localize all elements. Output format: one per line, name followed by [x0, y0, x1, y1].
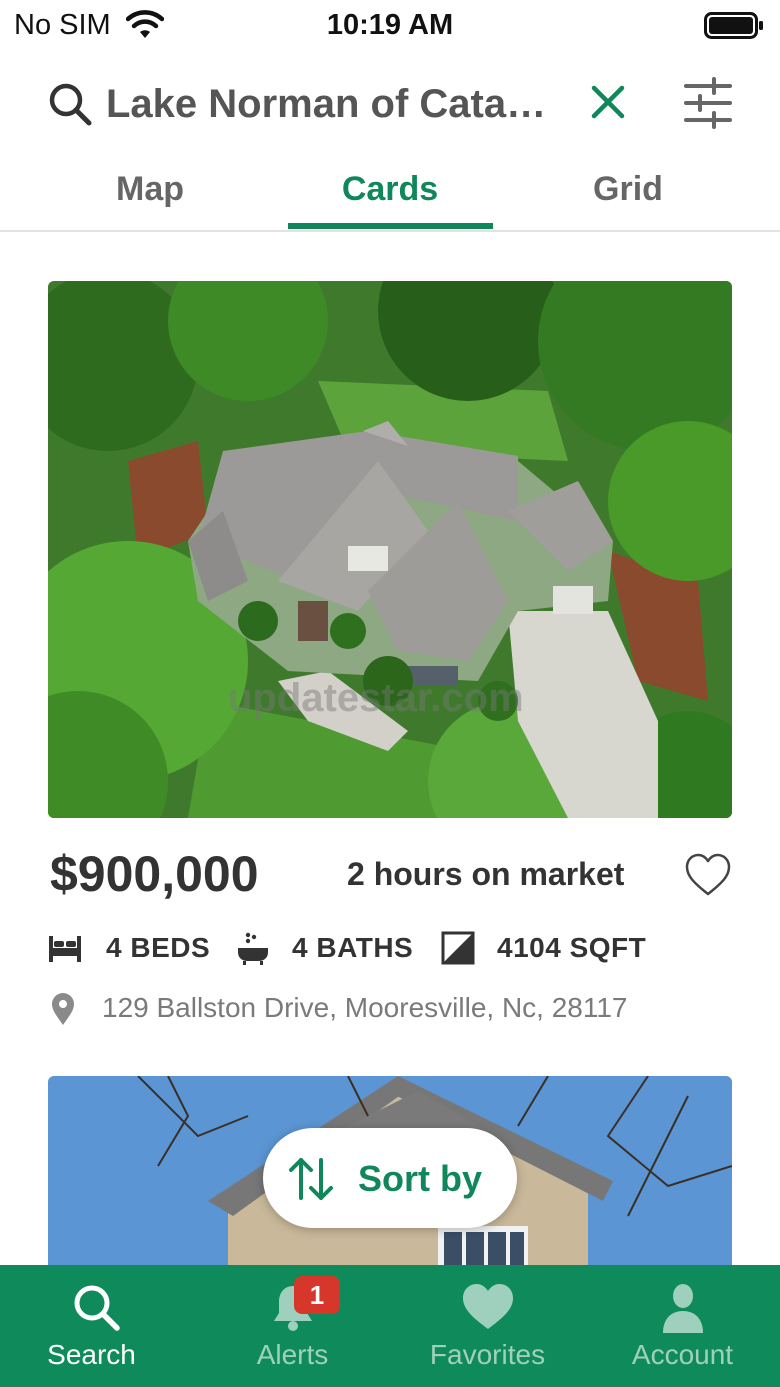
bottom-tab-bar: Search 1 Alerts Favorites Account — [0, 1265, 780, 1387]
listing-price: $900,000 — [50, 846, 259, 902]
search-bar[interactable]: Lake Norman of Catawba — [0, 62, 780, 150]
photo-watermark: updatestar.com — [228, 676, 524, 720]
close-icon[interactable] — [588, 82, 628, 122]
nav-account-label: Account — [631, 1339, 734, 1370]
active-tab-indicator — [288, 223, 493, 229]
nav-account[interactable]: Account — [585, 1265, 780, 1387]
sqft-value: 4104 SQFT — [497, 932, 647, 963]
search-input[interactable]: Lake Norman of Catawba — [106, 80, 576, 128]
person-icon — [663, 1284, 703, 1333]
search-icon — [74, 1285, 120, 1331]
search-icon — [49, 83, 92, 126]
bed-icon — [49, 936, 81, 962]
clock: 10:19 AM — [326, 9, 454, 41]
nav-search-label: Search — [47, 1339, 136, 1370]
favorite-heart-icon[interactable] — [684, 852, 732, 898]
battery-icon — [704, 12, 763, 39]
time-on-market: 2 hours on market — [347, 856, 625, 892]
status-bar: No SIM 10:19 AM — [0, 0, 780, 52]
listing-specs: 4 BEDS 4 BATHS 4104 SQFT — [48, 930, 738, 970]
house-aerial-image — [48, 281, 732, 818]
tab-grid[interactable]: Grid — [528, 170, 728, 209]
tab-cards[interactable]: Cards — [290, 170, 490, 209]
nav-favorites-label: Favorites — [429, 1339, 546, 1370]
tab-map[interactable]: Map — [50, 170, 250, 209]
sort-button[interactable]: Sort by — [263, 1128, 517, 1228]
heart-icon — [463, 1284, 513, 1329]
listing-address: 129 Ballston Drive, Mooresville, Nc, 281… — [102, 992, 628, 1023]
filter-sliders-icon[interactable] — [683, 76, 733, 130]
area-icon — [441, 931, 475, 965]
nav-favorites[interactable]: Favorites — [390, 1265, 585, 1387]
sort-label: Sort by — [358, 1158, 483, 1199]
view-tabs: Map Cards Grid — [0, 160, 780, 232]
nav-alerts-label: Alerts — [256, 1339, 329, 1370]
nav-alerts[interactable]: 1 Alerts — [195, 1265, 390, 1387]
bathtub-icon — [238, 932, 268, 965]
address-row: 129 Ballston Drive, Mooresville, Nc, 281… — [48, 990, 748, 1030]
alerts-badge: 1 — [294, 1276, 340, 1314]
beds-count: 4 BEDS — [106, 932, 211, 963]
baths-count: 4 BATHS — [292, 932, 414, 963]
nav-search[interactable]: Search — [0, 1265, 195, 1387]
location-pin-icon — [52, 993, 74, 1025]
sort-arrows-icon — [289, 1158, 333, 1200]
listing-photo[interactable]: updatestar.com — [48, 281, 732, 818]
